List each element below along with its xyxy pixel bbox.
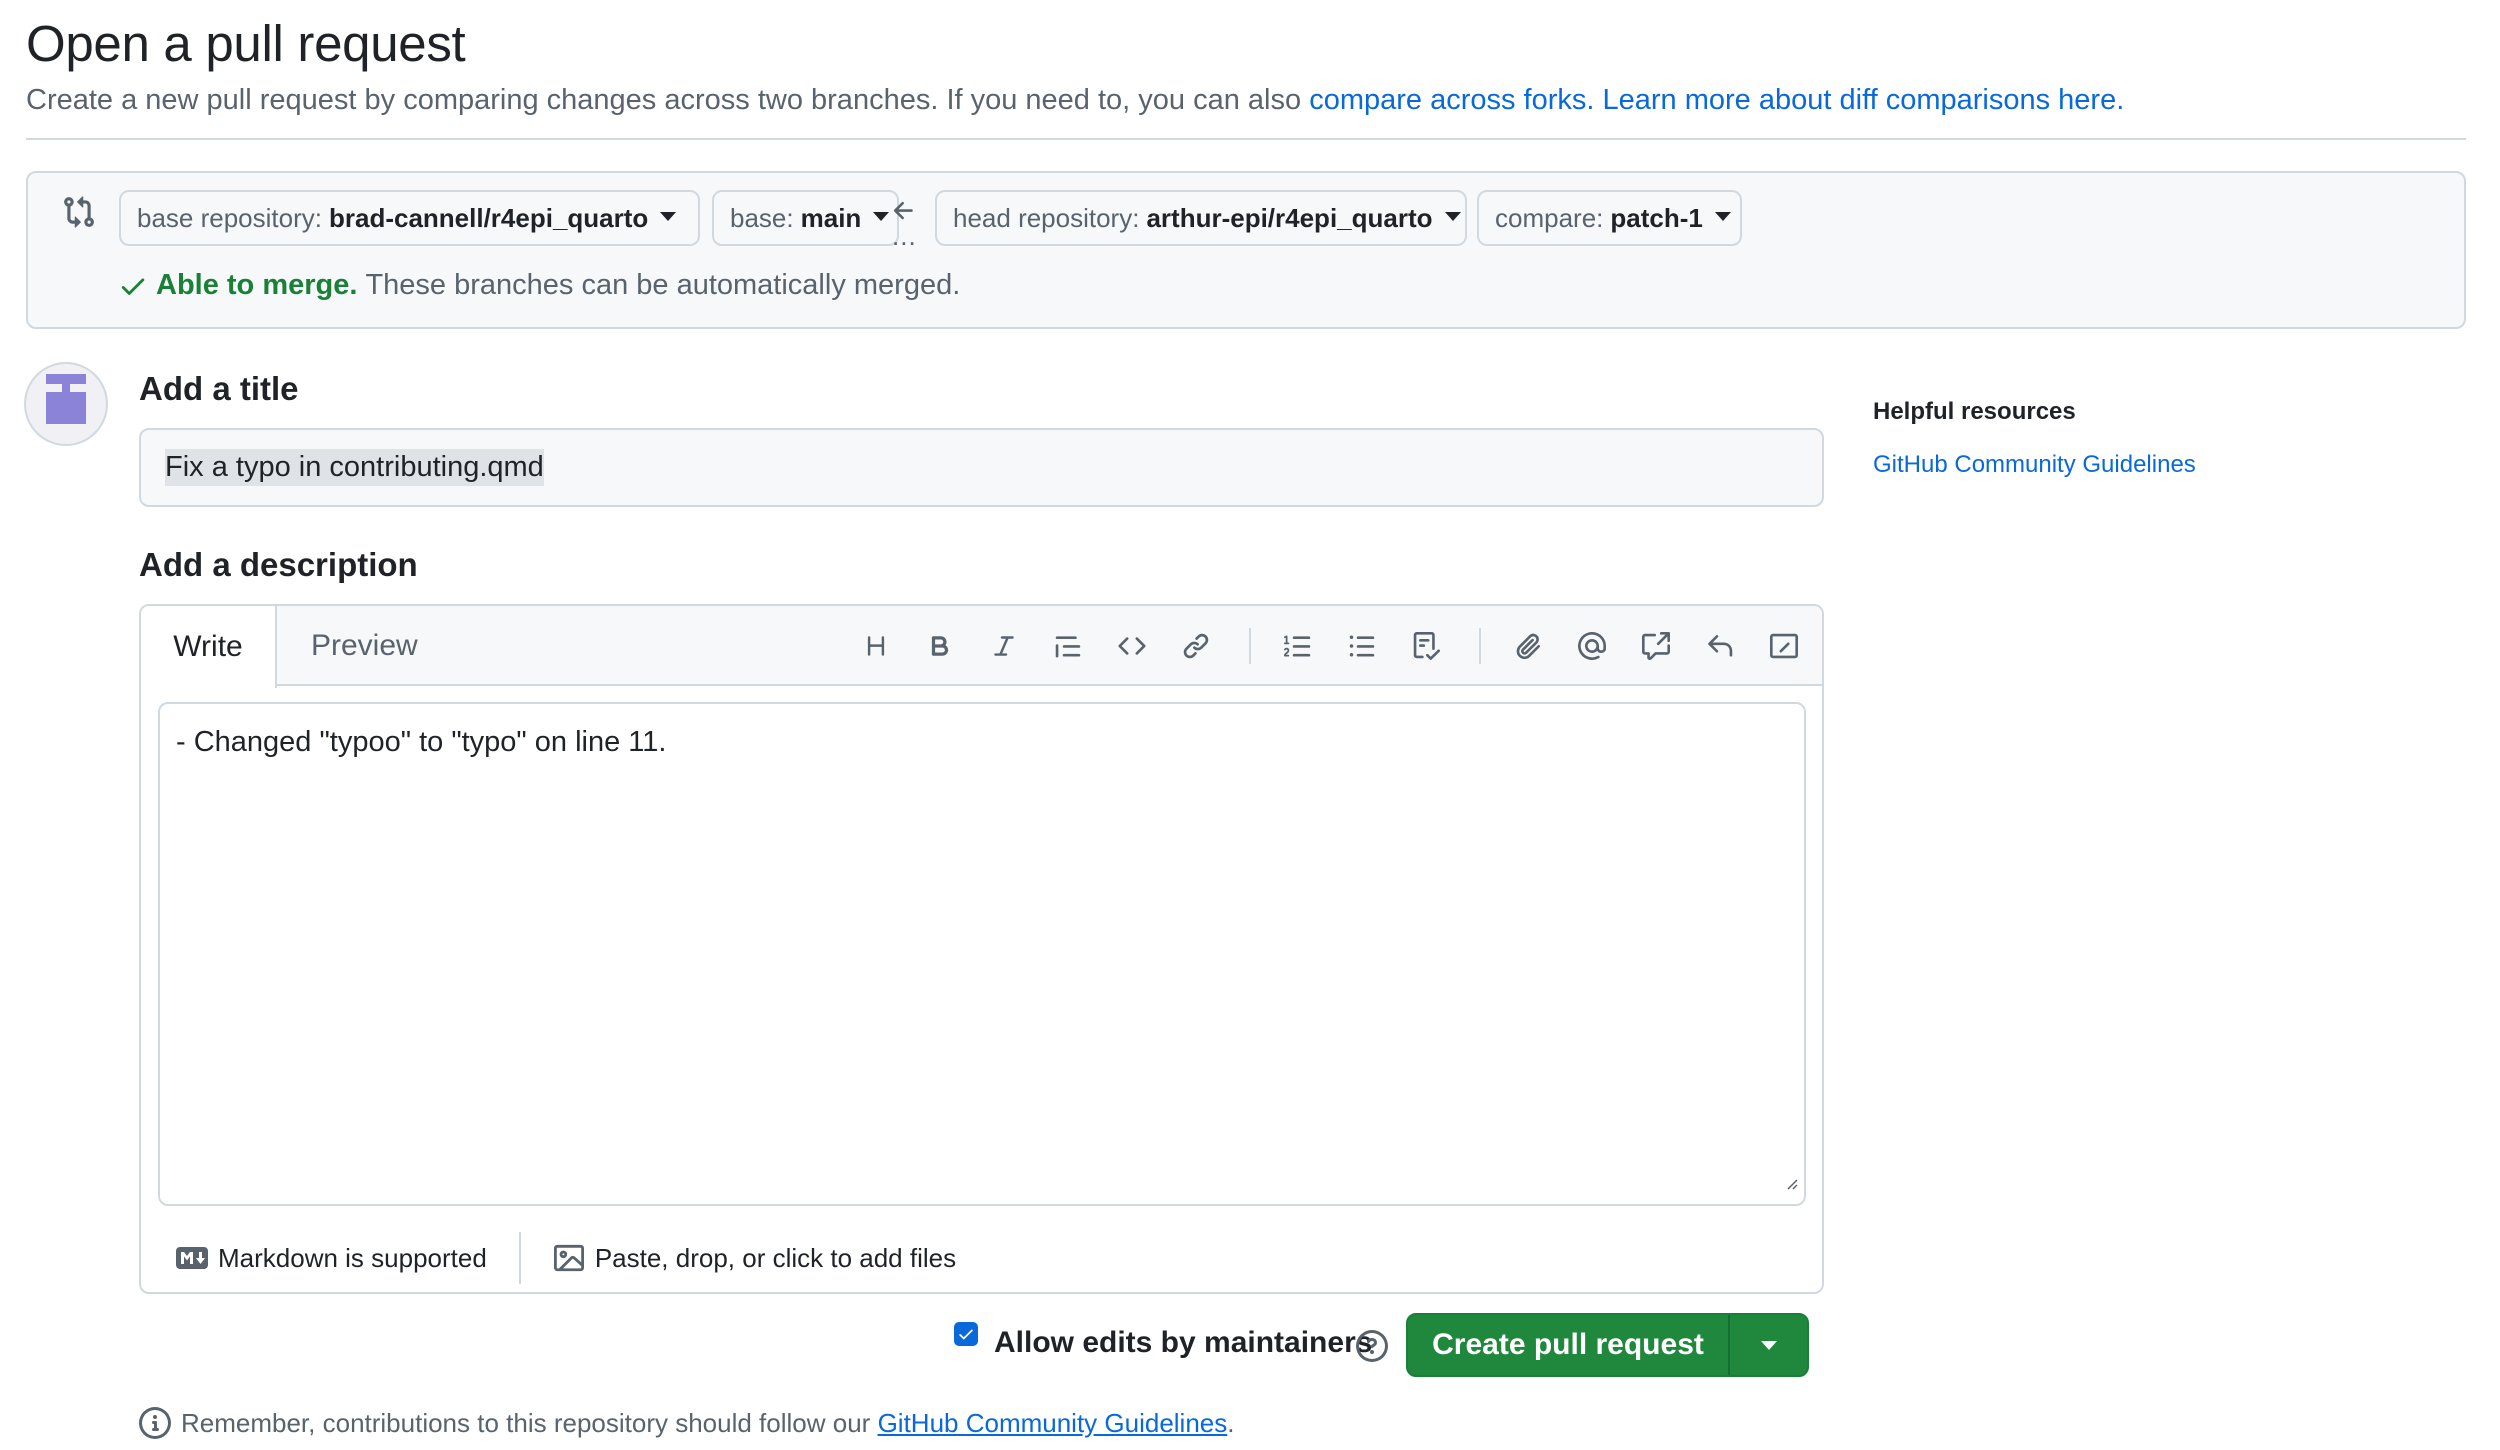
editor-header: Write Preview	[141, 606, 1822, 688]
head-repository-select[interactable]: head repository: arthur-epi/r4epi_quarto	[935, 190, 1467, 246]
create-pull-request-button[interactable]: Create pull request	[1408, 1315, 1728, 1375]
ellipsis: ...	[892, 221, 917, 251]
compare-branch-value: patch-1	[1610, 202, 1703, 233]
add-files-button[interactable]: Paste, drop, or click to add files	[553, 1243, 956, 1274]
bold-icon[interactable]	[920, 626, 960, 666]
editor-footer: Markdown is supported Paste, drop, or cl…	[141, 1222, 1822, 1292]
base-repository-label: base repository:	[137, 202, 322, 233]
base-repository-select[interactable]: base repository: brad-cannell/r4epi_quar…	[119, 190, 700, 246]
head-repository-label: head repository:	[953, 202, 1140, 233]
reply-icon[interactable]	[1700, 626, 1740, 666]
footer-divider	[518, 1232, 521, 1284]
attach-icon[interactable]	[1508, 626, 1548, 666]
base-branch-value: main	[800, 202, 862, 233]
allow-edits-checkbox[interactable]	[954, 1322, 978, 1346]
allow-edits-label[interactable]: Allow edits by maintainers	[994, 1326, 1372, 1360]
task-list-icon[interactable]	[1406, 626, 1446, 666]
heading-icon[interactable]	[856, 626, 896, 666]
sidebar-community-guidelines-link[interactable]: GitHub Community Guidelines	[1873, 451, 2196, 479]
resize-handle-icon[interactable]	[1784, 1165, 1798, 1198]
notice-end: .	[1227, 1407, 1235, 1438]
markdown-support-link[interactable]: Markdown is supported	[176, 1243, 487, 1274]
merge-status-detail: These branches can be automatically merg…	[365, 269, 961, 301]
header-divider	[26, 138, 2466, 140]
image-icon	[553, 1243, 585, 1273]
markdown-note: Markdown is supported	[218, 1242, 487, 1273]
markdown-icon	[176, 1247, 208, 1269]
reference-icon[interactable]	[1636, 626, 1676, 666]
chevron-down-icon	[660, 211, 677, 221]
italic-icon[interactable]	[984, 626, 1024, 666]
quote-icon[interactable]	[1048, 626, 1088, 666]
description-editor: Write Preview - Changed "typoo" to "typo…	[139, 604, 1824, 1294]
subtitle-text: Create a new pull request by comparing c…	[26, 84, 1310, 116]
files-note: Paste, drop, or click to add files	[594, 1242, 957, 1273]
compare-branch-label: compare:	[1495, 202, 1604, 233]
title-input-value: Fix a typo in contributing.qmd	[165, 449, 544, 486]
page-title: Open a pull request	[26, 15, 466, 72]
ordered-list-icon[interactable]	[1278, 626, 1318, 666]
link-icon[interactable]	[1176, 626, 1216, 666]
toolbar-divider	[1249, 628, 1251, 664]
base-branch-select[interactable]: base: main	[712, 190, 899, 246]
check-icon	[118, 271, 148, 301]
code-icon[interactable]	[1112, 626, 1152, 666]
merge-status-label: Able to merge.	[156, 269, 358, 301]
info-icon	[139, 1407, 171, 1439]
compare-branch-select[interactable]: compare: patch-1	[1477, 190, 1742, 246]
notice-text: Remember, contributions to this reposito…	[181, 1407, 878, 1438]
create-pull-request-button-group: Create pull request	[1406, 1313, 1809, 1377]
chevron-down-icon	[873, 211, 890, 221]
slash-commands-icon[interactable]	[1764, 626, 1804, 666]
description-heading: Add a description	[139, 546, 418, 583]
chevron-down-icon	[1760, 1340, 1777, 1350]
learn-more-link[interactable]: Learn more about diff comparisons here.	[1603, 84, 2125, 116]
title-input[interactable]: Fix a typo in contributing.qmd	[139, 428, 1824, 507]
merge-status: Able to merge. These branches can be aut…	[118, 269, 960, 302]
base-repository-value: brad-cannell/r4epi_quarto	[328, 202, 649, 233]
description-textarea[interactable]: - Changed "typoo" to "typo" on line 11.	[158, 702, 1806, 1206]
chevron-down-icon	[1444, 211, 1461, 221]
mention-icon[interactable]	[1572, 626, 1612, 666]
question-icon[interactable]	[1356, 1330, 1388, 1362]
description-text: - Changed "typoo" to "typo" on line 11.	[176, 726, 667, 758]
avatar[interactable]	[24, 362, 108, 446]
toolbar-divider	[1479, 628, 1481, 664]
git-compare-icon	[62, 195, 96, 229]
tab-preview[interactable]: Preview	[311, 606, 418, 686]
branch-compare-box: base repository: brad-cannell/r4epi_quar…	[26, 171, 2466, 329]
tab-write[interactable]: Write	[141, 606, 277, 688]
contribution-notice: Remember, contributions to this reposito…	[139, 1407, 1235, 1439]
chevron-down-icon	[1714, 211, 1731, 221]
compare-forks-link[interactable]: compare across forks.	[1309, 84, 1594, 116]
create-options-dropdown[interactable]	[1730, 1315, 1807, 1375]
head-repository-value: arthur-epi/r4epi_quarto	[1146, 202, 1433, 233]
title-heading: Add a title	[139, 370, 299, 407]
base-branch-label: base:	[730, 202, 794, 233]
unordered-list-icon[interactable]	[1342, 626, 1382, 666]
community-guidelines-link[interactable]: GitHub Community Guidelines	[878, 1408, 1228, 1438]
page-subtitle: Create a new pull request by comparing c…	[26, 84, 2124, 117]
helpful-resources-heading: Helpful resources	[1873, 398, 2076, 425]
